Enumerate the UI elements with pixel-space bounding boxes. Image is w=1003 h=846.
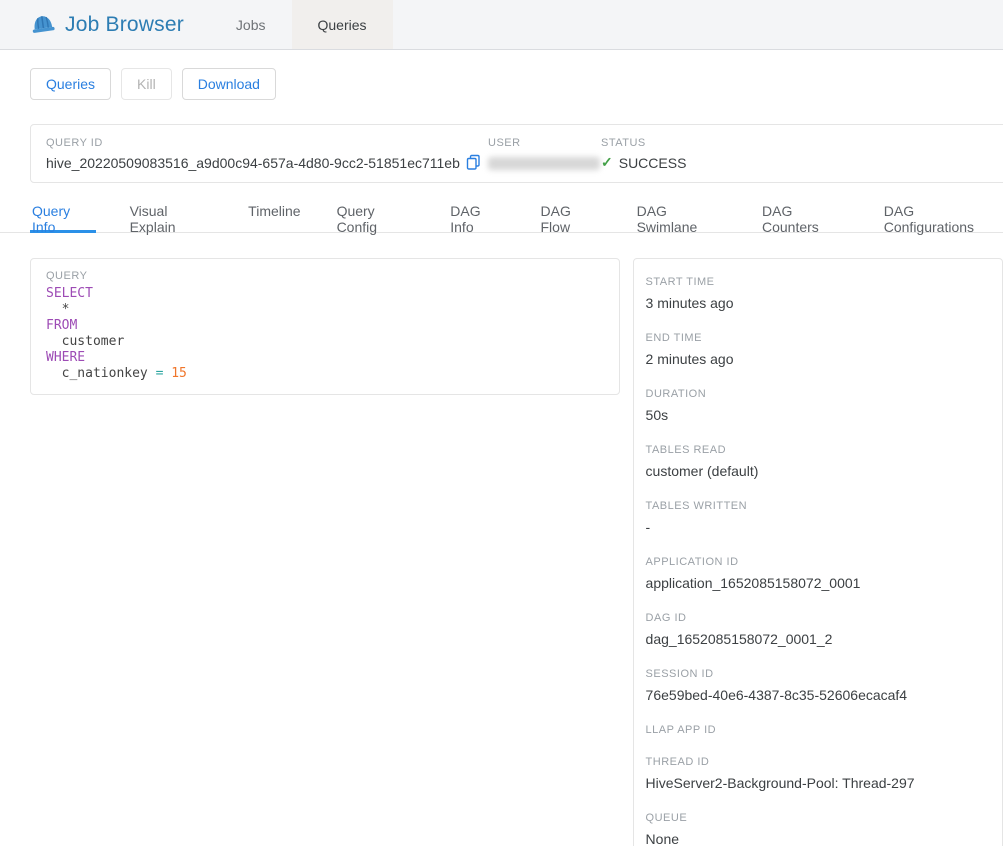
metadata-field-tables-written: TABLES WRITTEN -: [646, 500, 990, 536]
metadata-label: APPLICATION ID: [646, 556, 990, 568]
metadata-value: application_1652085158072_0001: [646, 574, 990, 592]
tab-query-config[interactable]: Query Config: [335, 199, 417, 233]
query-id-label: QUERY ID: [46, 137, 481, 149]
top-nav-tab-jobs[interactable]: Jobs: [210, 0, 292, 49]
download-button[interactable]: Download: [182, 68, 276, 100]
queries-button[interactable]: Queries: [30, 68, 111, 100]
tab-dag-flow[interactable]: DAG Flow: [539, 199, 603, 233]
metadata-field-duration: DURATION 50s: [646, 388, 990, 424]
query-panel: QUERY SELECT *FROM customerWHERE c_natio…: [30, 258, 620, 395]
metadata-value: dag_1652085158072_0001_2: [646, 630, 990, 648]
sql-line: c_nationkey = 15: [46, 366, 604, 382]
user-label: USER: [488, 137, 600, 149]
tab-bar: Query Info Visual Explain Timeline Query Co…: [0, 199, 1003, 233]
sql-code: SELECT *FROM customerWHERE c_nationkey =…: [46, 286, 604, 382]
sql-line: SELECT: [46, 286, 604, 302]
metadata-field-tables-read: TABLES READ customer (default): [646, 444, 990, 480]
metadata-value: 76e59bed-40e6-4387-8c35-52606ecacaf4: [646, 686, 990, 704]
tab-timeline[interactable]: Timeline: [246, 199, 302, 233]
query-id-value: hive_20220509083516_a9d00c94-657a-4d80-9…: [46, 155, 460, 171]
hard-hat-icon: [30, 12, 56, 38]
query-panel-label: QUERY: [46, 270, 604, 282]
sql-line: FROM: [46, 318, 604, 334]
user-value-redacted: [488, 157, 600, 170]
status-badge: SUCCESS: [619, 155, 687, 171]
metadata-label: DAG ID: [646, 612, 990, 624]
sql-line: *: [46, 302, 604, 318]
brand: Job Browser: [0, 0, 184, 49]
tab-dag-counters[interactable]: DAG Counters: [760, 199, 850, 233]
metadata-value: 50s: [646, 406, 990, 424]
metadata-field-session-id: SESSION ID 76e59bed-40e6-4387-8c35-52606e…: [646, 668, 990, 704]
tab-dag-configurations[interactable]: DAG Configurations: [882, 199, 1003, 233]
metadata-value: 3 minutes ago: [646, 294, 990, 312]
metadata-label: START TIME: [646, 276, 990, 288]
metadata-label: LLAP APP ID: [646, 724, 990, 736]
metadata-field-start-time: START TIME 3 minutes ago: [646, 276, 990, 312]
metadata-value: HiveServer2-Background-Pool: Thread-297: [646, 774, 990, 792]
metadata-field-thread-id: THREAD ID HiveServer2-Background-Pool: Th…: [646, 756, 990, 792]
kill-button: Kill: [121, 68, 172, 100]
metadata-label: TABLES READ: [646, 444, 990, 456]
metadata-field-dag-id: DAG ID dag_1652085158072_0001_2: [646, 612, 990, 648]
metadata-value: 2 minutes ago: [646, 350, 990, 368]
tab-dag-swimlane[interactable]: DAG Swimlane: [635, 199, 728, 233]
content: QUERY SELECT *FROM customerWHERE c_natio…: [0, 233, 1003, 846]
metadata-label: QUEUE: [646, 812, 990, 824]
tab-dag-info[interactable]: DAG Info: [448, 199, 506, 233]
status-label: STATUS: [601, 137, 686, 149]
query-summary-card: QUERY ID hive_20220509083516_a9d00c94-65…: [30, 124, 1003, 183]
metadata-value: None: [646, 830, 990, 846]
metadata-value: customer (default): [646, 462, 990, 480]
metadata-label: END TIME: [646, 332, 990, 344]
copy-icon[interactable]: [466, 154, 481, 171]
user-field: USER: [488, 137, 600, 170]
tab-visual-explain[interactable]: Visual Explain: [128, 199, 215, 233]
app-header: Job Browser JobsQueries: [0, 0, 1003, 50]
metadata-value: -: [646, 518, 990, 536]
metadata-panel: START TIME 3 minutes ago END TIME 2 minutes…: [633, 258, 1003, 846]
metadata-field-application-id: APPLICATION ID application_1652085158072_…: [646, 556, 990, 592]
tab-query-info[interactable]: Query Info: [30, 199, 96, 233]
sql-line: WHERE: [46, 350, 604, 366]
metadata-label: TABLES WRITTEN: [646, 500, 990, 512]
metadata-label: DURATION: [646, 388, 990, 400]
app-title: Job Browser: [65, 13, 184, 37]
metadata-label: THREAD ID: [646, 756, 990, 768]
toolbar: Queries Kill Download: [0, 50, 1003, 100]
metadata-field-queue: QUEUE None: [646, 812, 990, 846]
success-check-icon: ✓: [601, 154, 613, 171]
query-id-field: QUERY ID hive_20220509083516_a9d00c94-65…: [46, 137, 481, 171]
top-nav: JobsQueries: [210, 0, 393, 49]
metadata-field-llap-app-id: LLAP APP ID: [646, 724, 990, 736]
metadata-label: SESSION ID: [646, 668, 990, 680]
sql-line: customer: [46, 334, 604, 350]
status-field: STATUS ✓ SUCCESS: [601, 137, 686, 171]
top-nav-tab-queries[interactable]: Queries: [292, 0, 393, 49]
metadata-field-end-time: END TIME 2 minutes ago: [646, 332, 990, 368]
